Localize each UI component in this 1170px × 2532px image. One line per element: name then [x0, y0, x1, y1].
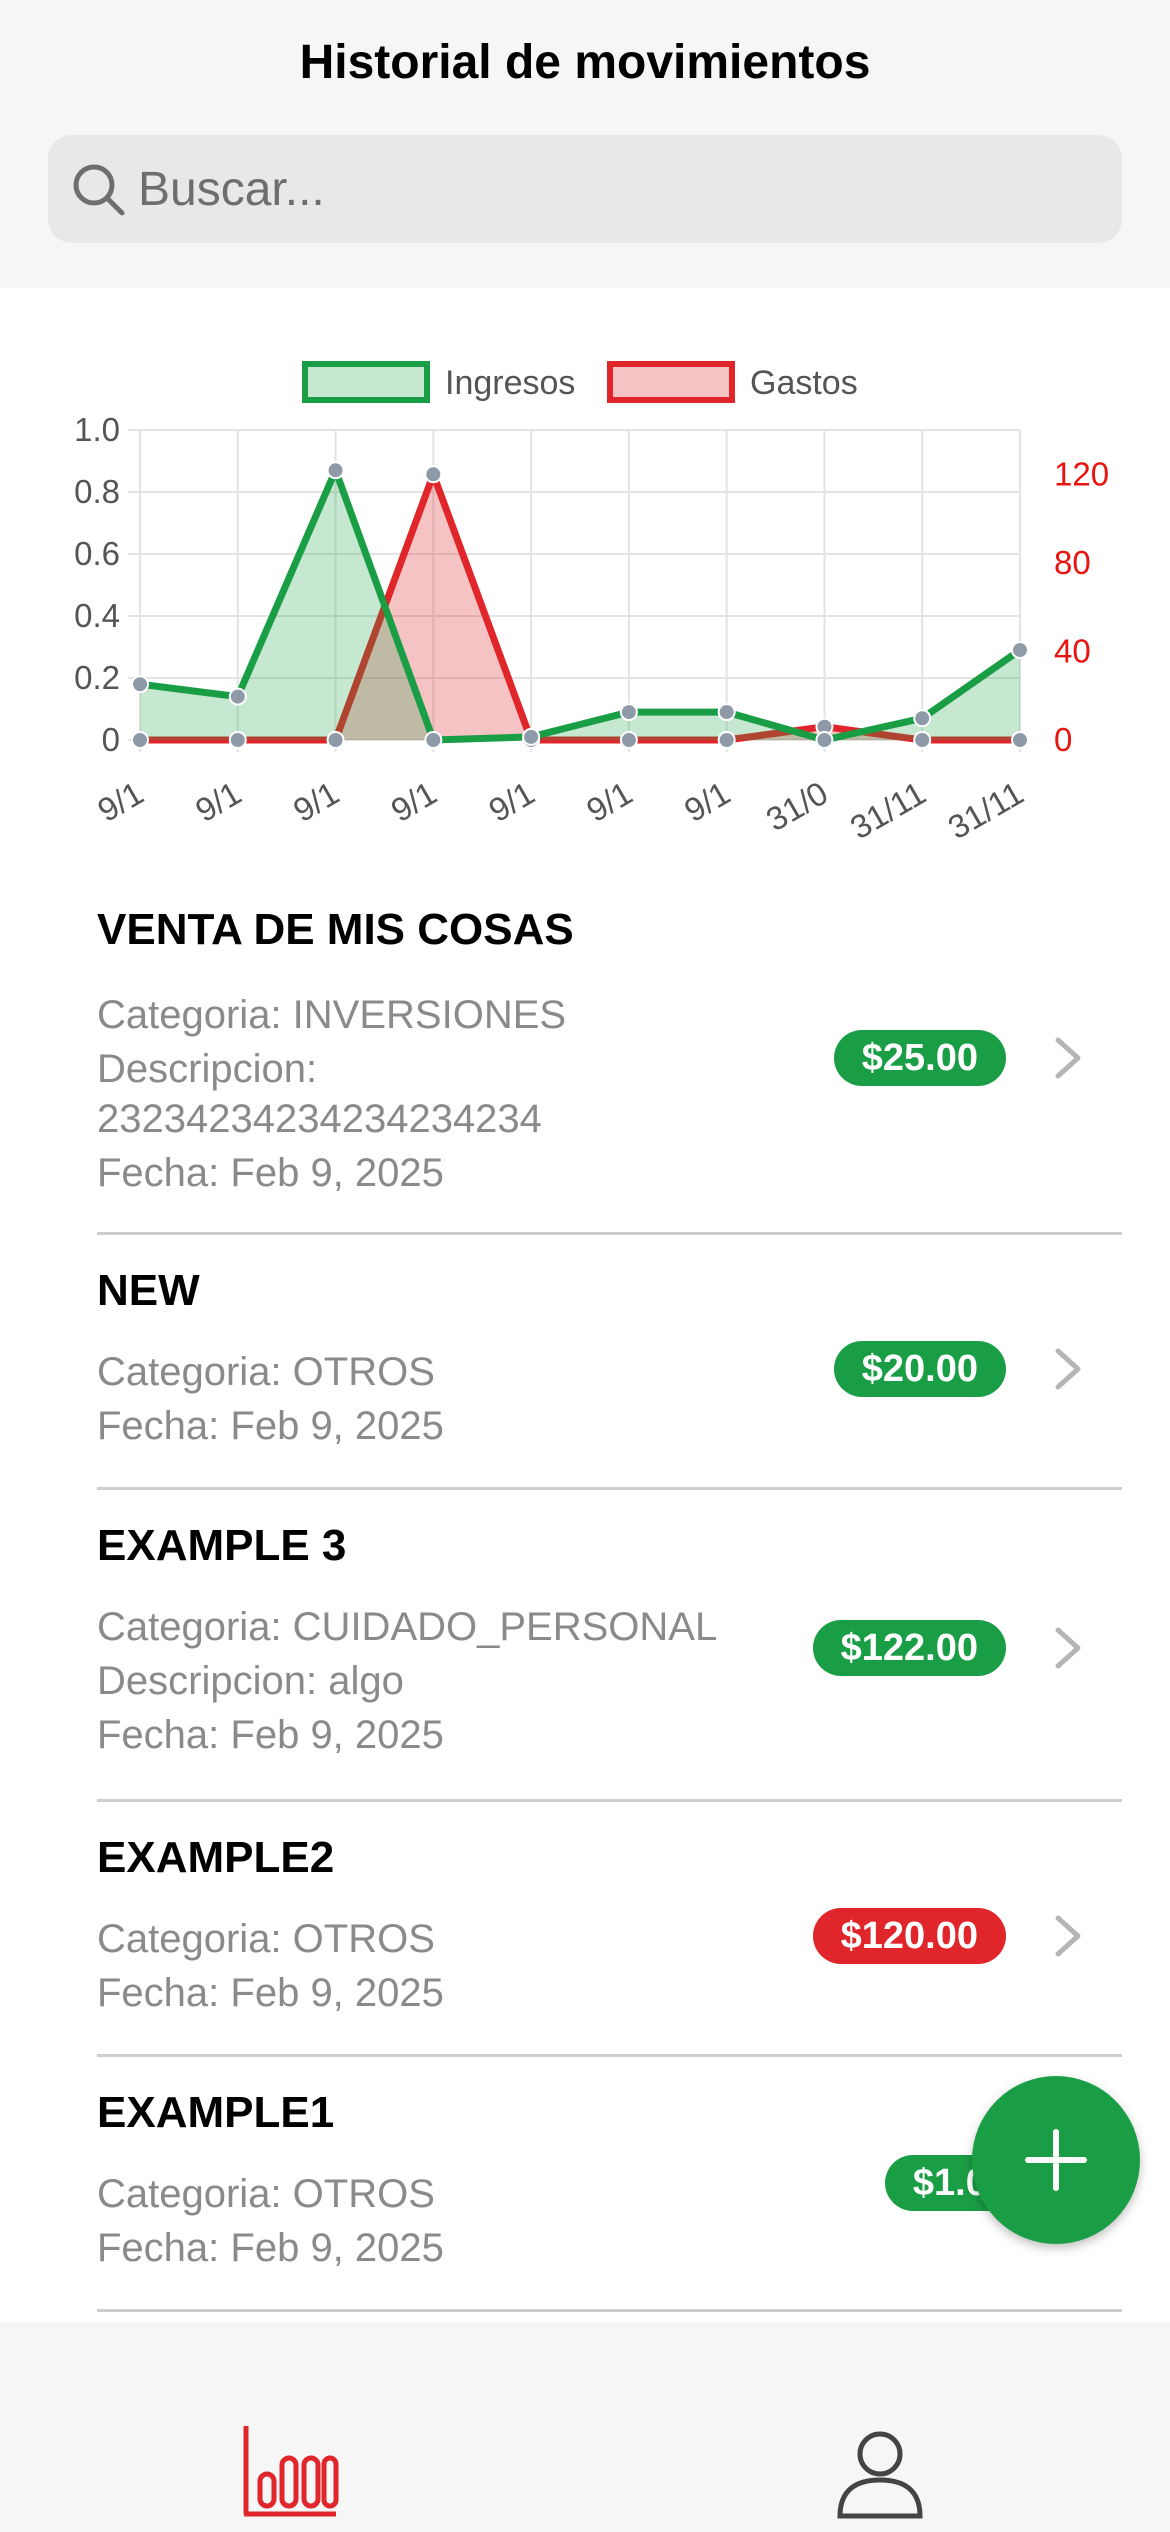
search-bar[interactable] — [48, 135, 1122, 243]
transaction-detail-line: Categoria: OTROS — [97, 1912, 777, 1966]
x-tick-label: 9/1 — [482, 774, 540, 829]
gastos-point — [425, 466, 441, 482]
transaction-name: VENTA DE MIS COSAS — [97, 902, 574, 958]
transaction-name: EXAMPLE1 — [97, 2085, 334, 2141]
amount-badge: $122.00 — [813, 1620, 1006, 1676]
tab-bar — [0, 2322, 1170, 2532]
transaction-details: Categoria: OTROSFecha: Feb 9, 2025 — [97, 2167, 777, 2275]
gastos-point — [132, 732, 148, 748]
y-left-tick-label: 0.2 — [74, 659, 120, 696]
gastos-point — [230, 732, 246, 748]
transaction-detail-line: Fecha: Feb 9, 2025 — [97, 1966, 777, 2020]
add-transaction-button[interactable] — [972, 2076, 1140, 2244]
transaction-details: Categoria: OTROSFecha: Feb 9, 2025 — [97, 1345, 777, 1453]
transaction-detail-line: 23234234234234234234 — [97, 1092, 777, 1146]
transaction-detail-line: Fecha: Feb 9, 2025 — [97, 1146, 777, 1200]
amount-badge: $120.00 — [813, 1908, 1006, 1964]
x-tick-label: 31/11 — [844, 774, 932, 846]
chevron-right-icon[interactable] — [1052, 1347, 1084, 1391]
y-right-tick-label: 0 — [1054, 721, 1072, 758]
transaction-list: VENTA DE MIS COSAS Categoria: INVERSIONES… — [0, 880, 1170, 2312]
transaction-item[interactable]: NEW Categoria: OTROSFecha: Feb 9, 2025 $20… — [97, 1235, 1122, 1490]
x-tick-label: 9/1 — [385, 774, 443, 829]
ingresos-point — [1012, 642, 1028, 658]
transaction-name: NEW — [97, 1263, 200, 1319]
gastos-point — [914, 732, 930, 748]
transaction-detail-line: Fecha: Feb 9, 2025 — [97, 1399, 777, 1453]
chart-svg: 0 0.2 0.4 0.6 0.8 1.0 0 40 80 120 9/1 9/1 9/1 9/1 9/1 9… — [0, 340, 1170, 880]
transaction-name: EXAMPLE2 — [97, 1830, 334, 1886]
y-left-tick-label: 0.8 — [74, 473, 120, 510]
x-tick-label: 9/1 — [678, 774, 736, 829]
header: Historial de movimientos — [0, 0, 1170, 288]
gastos-point — [328, 732, 344, 748]
x-tick-label: 9/1 — [91, 774, 149, 829]
gastos-point — [621, 732, 637, 748]
search-icon — [68, 159, 128, 219]
search-input[interactable] — [138, 135, 1098, 243]
ingresos-point — [132, 676, 148, 692]
ingresos-point — [425, 732, 441, 748]
transaction-item[interactable]: EXAMPLE2 Categoria: OTROSFecha: Feb 9, 20… — [97, 1802, 1122, 2057]
chevron-right-icon[interactable] — [1052, 1036, 1084, 1080]
page-title: Historial de movimientos — [0, 28, 1170, 98]
transaction-item[interactable]: VENTA DE MIS COSAS Categoria: INVERSIONES… — [97, 880, 1122, 1235]
ingresos-point — [523, 729, 539, 745]
transaction-details: Categoria: INVERSIONESDescripcion:232342… — [97, 988, 777, 1200]
transaction-detail-line: Categoria: INVERSIONES — [97, 988, 777, 1042]
y-left-tick-label: 0.4 — [74, 597, 120, 634]
y-left-tick-label: 1.0 — [74, 411, 120, 448]
transaction-detail-line: Categoria: OTROS — [97, 1345, 777, 1399]
ingresos-area — [140, 470, 1020, 740]
ingresos-point — [621, 704, 637, 720]
transaction-detail-line: Descripcion: algo — [97, 1654, 777, 1708]
transaction-name: EXAMPLE 3 — [97, 1518, 346, 1574]
x-tick-label: 9/1 — [580, 774, 638, 829]
y-right-tick-label: 80 — [1054, 544, 1091, 581]
profile-icon[interactable] — [834, 2428, 926, 2520]
transaction-detail-line: Categoria: OTROS — [97, 2167, 777, 2221]
transaction-detail-line: Fecha: Feb 9, 2025 — [97, 1708, 777, 1762]
amount-badge: $20.00 — [834, 1341, 1006, 1397]
chevron-right-icon[interactable] — [1052, 1914, 1084, 1958]
amount-badge: $25.00 — [834, 1030, 1006, 1086]
legend-label-gastos: Gastos — [750, 364, 858, 402]
y-right-tick-label: 120 — [1054, 455, 1109, 492]
transaction-details: Categoria: CUIDADO_PERSONALDescripcion: … — [97, 1600, 777, 1762]
transaction-details: Categoria: OTROSFecha: Feb 9, 2025 — [97, 1912, 777, 2020]
legend-swatch-ingresos — [305, 364, 427, 400]
plus-icon — [1016, 2120, 1096, 2200]
ingresos-point — [328, 462, 344, 478]
ingresos-point — [914, 710, 930, 726]
transaction-detail-line: Descripcion: — [97, 1042, 777, 1096]
y-left-tick-label: 0 — [102, 721, 120, 758]
ingresos-point — [816, 732, 832, 748]
transaction-item[interactable]: EXAMPLE 3 Categoria: CUIDADO_PERSONALDesc… — [97, 1490, 1122, 1802]
ingresos-point — [719, 704, 735, 720]
movements-chart: 0 0.2 0.4 0.6 0.8 1.0 0 40 80 120 9/1 9/1 9/1 9/1 9/1 9… — [0, 340, 1170, 880]
legend-swatch-gastos — [610, 364, 732, 400]
x-tick-label: 9/1 — [287, 774, 345, 829]
transaction-item[interactable]: EXAMPLE1 Categoria: OTROSFecha: Feb 9, 20… — [97, 2057, 1122, 2312]
ingresos-point — [230, 689, 246, 705]
gastos-point — [719, 732, 735, 748]
legend-label-ingresos: Ingresos — [445, 364, 575, 402]
y-left-tick-label: 0.6 — [74, 535, 120, 572]
x-tick-label: 9/1 — [189, 774, 247, 829]
chevron-right-icon[interactable] — [1052, 1626, 1084, 1670]
gastos-point — [1012, 732, 1028, 748]
transaction-detail-line: Categoria: CUIDADO_PERSONAL — [97, 1600, 777, 1654]
y-right-tick-label: 40 — [1054, 632, 1091, 669]
transaction-detail-line: Fecha: Feb 9, 2025 — [97, 2221, 777, 2275]
stats-icon[interactable] — [240, 2422, 340, 2522]
x-tick-label: 31/11 — [942, 774, 1030, 846]
x-tick-label: 31/0 — [760, 774, 834, 838]
